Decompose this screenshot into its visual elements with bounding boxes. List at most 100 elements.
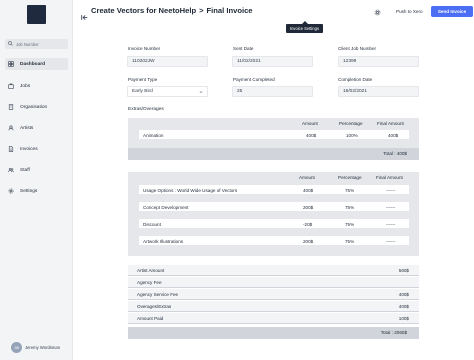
chevron-down-icon: [199, 90, 203, 95]
extras-header-percentage: Percentage: [339, 121, 363, 126]
row-final: ------: [386, 204, 396, 210]
users-icon: [8, 167, 14, 173]
invoice-settings-button[interactable]: [373, 7, 382, 16]
briefcase-icon: [8, 83, 14, 89]
row-amount: 400$: [306, 132, 317, 138]
payment-completed-label: Payment Completed: [233, 77, 275, 82]
row-name: Usage Options : World Wide Usage of Vect…: [143, 187, 238, 193]
invoice-number-label: Invoice Number: [128, 46, 161, 51]
push-to-xero-button[interactable]: Push to Xero: [392, 6, 427, 17]
extras-header-final: Final Amount: [377, 121, 404, 126]
search-icon: [8, 40, 13, 48]
table-row[interactable]: Discount -20$ 75% ------: [138, 218, 410, 229]
summary-value: 100$: [398, 316, 409, 321]
search-input[interactable]: [16, 41, 66, 47]
avatar: JW: [11, 342, 22, 353]
sidebar-item-staff[interactable]: Staff: [5, 164, 68, 176]
row-final: ------: [386, 238, 396, 244]
usage-header-percentage: Percentage: [338, 175, 362, 180]
sidebar-item-invoices[interactable]: Invoices: [5, 143, 68, 155]
row-name: Concept Development: [143, 204, 189, 210]
row-percentage: 100%: [346, 132, 358, 138]
sidebar-item-artists[interactable]: Artists: [5, 122, 68, 134]
extras-section-title: Extras/Overages: [128, 107, 164, 112]
document-icon: [8, 146, 14, 152]
summary-label: Artist Amount: [137, 268, 165, 273]
row-final: 400$: [388, 132, 399, 138]
sidebar: Dashboard Jobs Organisation Artists Invo…: [0, 0, 73, 360]
row-percentage: 75%: [345, 238, 355, 244]
sidebar-item-label: Jobs: [20, 83, 31, 89]
row-amount: -20$: [303, 221, 313, 227]
send-invoice-button[interactable]: Send Invoice: [431, 6, 473, 17]
row-final: ------: [386, 187, 396, 193]
client-job-number-label: Client Job Number: [338, 46, 377, 51]
sidebar-item-label: Invoices: [20, 146, 38, 152]
grand-total: Total : 2060$: [380, 330, 407, 335]
sidebar-item-jobs[interactable]: Jobs: [5, 80, 68, 92]
sent-date-field[interactable]: 11/02/2021: [232, 56, 313, 67]
breadcrumb-job[interactable]: Create Vectors for NeetoHelp: [91, 6, 196, 15]
user-profile[interactable]: JW Jeremy Wordsman: [11, 342, 60, 353]
invoice-settings-tooltip: Invoice Settings: [286, 21, 323, 33]
breadcrumb: Create Vectors for NeetoHelp > Final Inv…: [91, 6, 253, 15]
search-box[interactable]: [5, 39, 68, 49]
completion-date-label: Completion Date: [338, 77, 373, 82]
sent-date-label: Sent Date: [233, 46, 254, 51]
summary-value: 560$: [398, 268, 409, 273]
gear-icon: [8, 188, 14, 194]
building-icon: [8, 104, 14, 110]
summary-row: Artist Amount 560$: [128, 265, 419, 276]
sidebar-item-organisation[interactable]: Organisation: [5, 101, 68, 113]
summary-value: 400$: [398, 304, 409, 309]
payment-type-select[interactable]: Early Bird: [127, 86, 208, 97]
table-row[interactable]: Usage Options : World Wide Usage of Vect…: [138, 184, 410, 195]
row-amount: 400$: [303, 187, 314, 193]
sidebar-item-label: Organisation: [20, 104, 48, 110]
completion-date-field[interactable]: 16/02/2021: [338, 86, 419, 97]
row-name: Discount: [143, 221, 161, 227]
row-amount: 200$: [303, 238, 314, 244]
summary-label: Amount Paid: [137, 316, 164, 321]
extras-total: Total : 400$: [383, 151, 407, 156]
summary-row: Agency Service Fee 400$: [128, 289, 419, 300]
table-row[interactable]: Concept Development 200$ 75% ------: [138, 201, 410, 212]
payment-type-label: Payment Type: [128, 77, 158, 82]
table-row[interactable]: Artwork Illustrations 200$ 75% ------: [138, 235, 410, 246]
breadcrumb-separator: >: [199, 6, 204, 15]
sidebar-item-label: Settings: [20, 188, 38, 194]
row-amount: 200$: [303, 204, 314, 210]
sidebar-item-label: Staff: [20, 167, 30, 173]
table-row[interactable]: Animation 400$ 100% 400$: [138, 129, 410, 140]
payment-type-value: Early Bird: [132, 89, 153, 94]
row-final: ------: [386, 221, 396, 227]
invoice-number-field[interactable]: 110202JW: [127, 56, 208, 67]
usage-header-amount: Amount: [299, 175, 315, 180]
payment-completed-field[interactable]: 25: [232, 86, 313, 97]
page-title: Final Invoice: [206, 6, 253, 15]
extras-total-bar: Total : 400$: [128, 148, 419, 160]
summary-value: 400$: [398, 292, 409, 297]
extras-header-amount: Amount: [302, 121, 318, 126]
row-percentage: 75%: [345, 221, 355, 227]
grand-total-bar: Total : 2060$: [128, 327, 419, 339]
client-job-number-field[interactable]: 12399: [338, 56, 419, 67]
gear-icon: [374, 3, 381, 21]
row-name: Artwork Illustrations: [143, 238, 184, 244]
dashboard-icon: [8, 61, 14, 67]
sidebar-item-label: Artists: [20, 125, 34, 131]
summary-row: Amount Paid 100$: [128, 313, 419, 324]
sidebar-item-settings[interactable]: Settings: [5, 185, 68, 197]
row-percentage: 75%: [345, 187, 355, 193]
back-arrow-icon[interactable]: [81, 8, 88, 20]
summary-row: Overages/Extras 400$: [128, 301, 419, 312]
user-icon: [8, 125, 14, 131]
row-percentage: 75%: [345, 204, 355, 210]
sidebar-item-label: Dashboard: [20, 61, 46, 67]
page-header: Create Vectors for NeetoHelp > Final Inv…: [73, 0, 474, 22]
summary-label: Agency Service Fee: [137, 292, 179, 297]
summary-row: Agency Fee: [128, 277, 419, 288]
row-name: Animation: [143, 132, 164, 138]
sidebar-item-dashboard[interactable]: Dashboard: [5, 58, 68, 70]
app-logo[interactable]: [27, 5, 46, 24]
